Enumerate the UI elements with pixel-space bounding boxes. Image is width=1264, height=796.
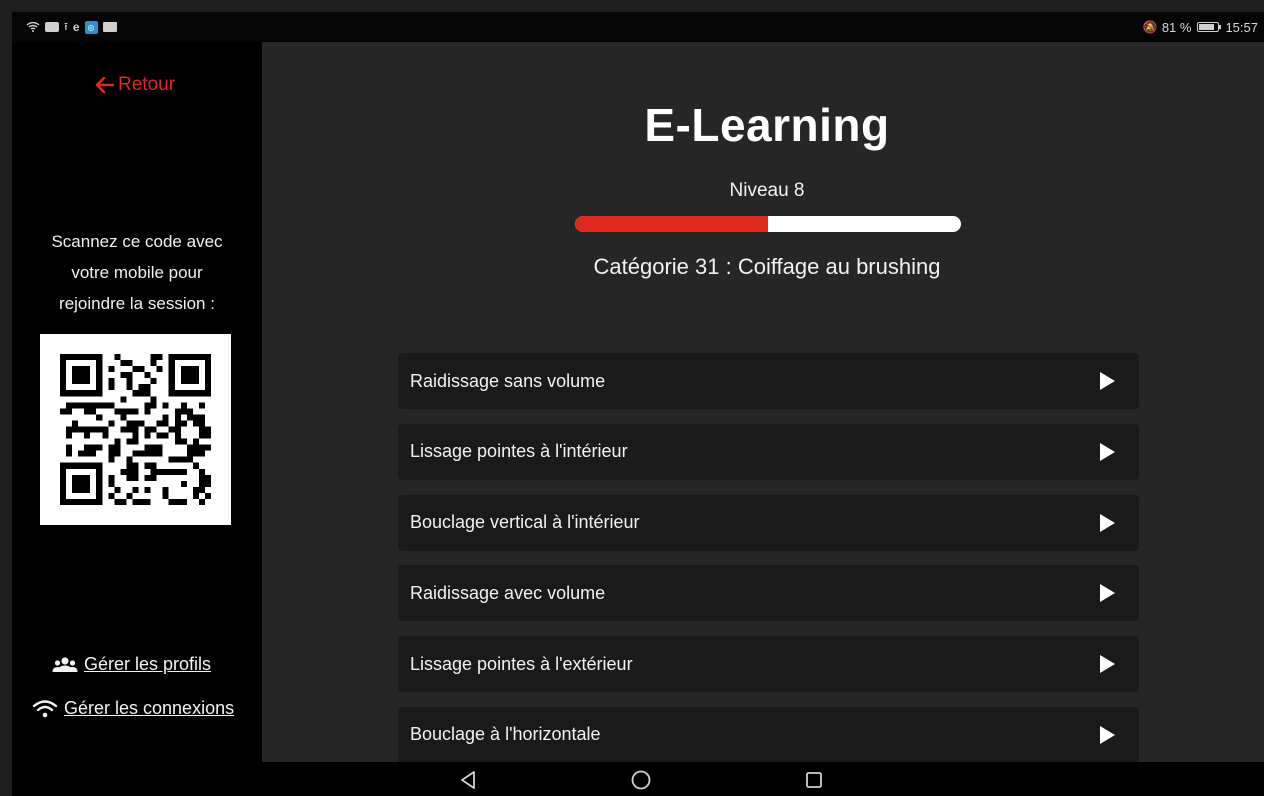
battery-percent: 81 %: [1161, 19, 1192, 35]
manage-profiles-link[interactable]: Gérer les profils: [52, 654, 211, 675]
manage-profiles-label: Gérer les profils: [84, 654, 212, 674]
wifi-icon: [26, 22, 40, 32]
youtube-icon: [45, 22, 59, 32]
device-frame-left: [0, 0, 12, 796]
lesson-item[interactable]: Lissage pointes à l'extérieur: [398, 636, 1139, 693]
status-bar: ⭱ e ◎ 🔕 81 % 15:57: [12, 12, 1264, 42]
clock: 15:57: [1225, 19, 1258, 35]
category-title: Catégorie 31 : Coiffage au brushing: [593, 254, 941, 279]
nav-home-button[interactable]: [630, 769, 652, 791]
lesson-item[interactable]: Raidissage sans volume: [398, 353, 1139, 409]
qr-code-image: [60, 354, 211, 505]
back-triangle-icon: [461, 771, 475, 789]
level-progress-bar: [575, 216, 961, 232]
manage-connections-label: Gérer les connexions: [64, 698, 235, 718]
lesson-list: Raidissage sans volume Lissage pointes à…: [398, 353, 1139, 762]
system-nav-bar: [12, 762, 1264, 796]
status-icons-left: ⭱ e ◎: [26, 18, 117, 37]
play-icon[interactable]: [1100, 442, 1115, 461]
scan-line: Scannez ce code avec: [51, 232, 223, 251]
recent-square-icon: [806, 772, 822, 788]
back-button[interactable]: Retour: [96, 74, 175, 96]
lesson-item[interactable]: Bouclage à l'horizontale: [398, 706, 1139, 762]
upload-icon: ⭱: [64, 20, 68, 33]
nav-back-button[interactable]: [457, 769, 479, 791]
lesson-label: Raidissage avec volume: [410, 582, 606, 603]
qr-code: [40, 334, 231, 525]
lesson-label: Bouclage vertical à l'intérieur: [410, 512, 640, 533]
lesson-label: Bouclage à l'horizontale: [410, 724, 601, 745]
back-label: Retour: [118, 74, 176, 95]
lesson-item[interactable]: Bouclage vertical à l'intérieur: [398, 494, 1139, 551]
play-icon[interactable]: [1100, 725, 1115, 744]
page-title: E-Learning: [644, 99, 890, 151]
sidebar: Retour Scannez ce code avec votre mobile…: [12, 42, 262, 762]
scan-line: rejoindre la session :: [59, 294, 215, 313]
wifi-icon: [32, 699, 58, 717]
level-label: Niveau 8: [729, 180, 805, 201]
users-icon: [52, 656, 78, 672]
battery-fill: [1199, 24, 1215, 30]
level-progress-fill: [575, 216, 768, 232]
arrow-left-icon: [96, 77, 114, 93]
device-frame-top: [0, 0, 1264, 12]
e-icon: e: [72, 20, 80, 34]
lesson-item[interactable]: Lissage pointes à l'intérieur: [398, 423, 1139, 480]
notifications-off-icon: 🔕: [1142, 20, 1158, 34]
lesson-label: Lissage pointes à l'extérieur: [410, 653, 633, 674]
scan-instructions: Scannez ce code avec votre mobile pour r…: [24, 226, 250, 319]
lesson-item[interactable]: Raidissage avec volume: [398, 565, 1139, 622]
home-circle-icon: [631, 770, 651, 790]
play-icon[interactable]: [1100, 584, 1115, 603]
manage-connections-link[interactable]: Gérer les connexions: [32, 698, 234, 719]
mail-icon: [102, 22, 117, 32]
main-panel: E-Learning Niveau 8 Catégorie 31 : Coiff…: [262, 42, 1264, 762]
lesson-label: Raidissage sans volume: [410, 370, 606, 391]
nav-recent-button[interactable]: [803, 769, 825, 791]
status-icons-right: 🔕 81 % 15:57: [1143, 20, 1258, 35]
play-icon[interactable]: [1100, 372, 1115, 390]
play-icon[interactable]: [1100, 513, 1115, 532]
play-icon[interactable]: [1100, 655, 1115, 674]
battery-icon: [1197, 22, 1222, 32]
lesson-label: Lissage pointes à l'intérieur: [410, 441, 628, 462]
app-icon: ◎: [84, 20, 98, 34]
scan-line: votre mobile pour: [71, 263, 203, 282]
